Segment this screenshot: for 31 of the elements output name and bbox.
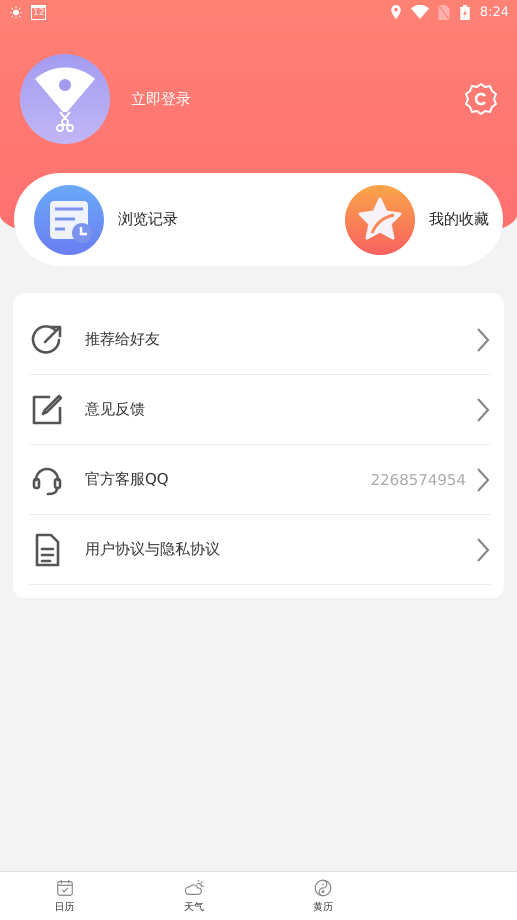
menu-row[interactable]: 推荐给好友 xyxy=(29,305,491,375)
yin-yang-icon xyxy=(313,878,334,898)
wifi-icon xyxy=(410,5,429,19)
shortcut-label[interactable]: 我的收藏 xyxy=(429,210,489,229)
nav-tab[interactable]: 天气 xyxy=(129,872,258,920)
chevron-right-icon xyxy=(476,396,490,422)
menu-row[interactable]: 用户协议与隐私协议 xyxy=(29,515,491,585)
nav-tab[interactable]: 黄历 xyxy=(258,872,388,920)
clock-time: 8:24 xyxy=(480,4,509,20)
history-list-icon[interactable] xyxy=(34,184,104,254)
menu-label: 意见反馈 xyxy=(85,400,146,419)
menu-row[interactable]: 官方客服QQ 2268574954 xyxy=(29,445,491,515)
calendar-check-icon xyxy=(54,878,75,898)
menu-row[interactable]: 意见反馈 xyxy=(29,375,491,445)
calendar-date: 12 xyxy=(31,4,46,20)
no-sim-icon xyxy=(438,4,450,20)
qq-number: 2268574954 xyxy=(370,470,466,488)
nav-tab[interactable]: 日历 xyxy=(0,872,130,920)
chevron-right-icon xyxy=(476,466,490,492)
menu-label: 用户协议与隐私协议 xyxy=(85,540,221,559)
cloud-sun-icon xyxy=(184,878,204,898)
location-icon xyxy=(390,4,402,20)
settings-icon[interactable] xyxy=(463,81,499,117)
sun-icon xyxy=(10,4,22,20)
chevron-right-icon xyxy=(476,326,490,352)
shortcut-label[interactable]: 浏览记录 xyxy=(118,210,178,229)
menu-label: 推荐给好友 xyxy=(85,330,161,349)
chevron-right-icon xyxy=(476,536,490,562)
avatar-fan-icon[interactable] xyxy=(20,54,110,144)
menu-label: 官方客服QQ xyxy=(85,470,170,489)
battery-icon xyxy=(458,4,471,20)
